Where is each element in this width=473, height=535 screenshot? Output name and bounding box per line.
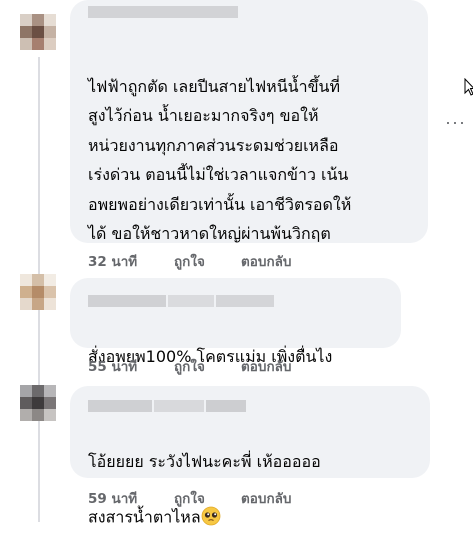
reply-button[interactable]: ตอบกลับ <box>241 487 291 509</box>
comment-bubble: ไฟฟ้าถูกตัด เลยปีนสายไฟหนีน้ำขึ้นที่ สูง… <box>70 0 428 299</box>
comment-bubble: โอ้ยยยย ระวังไฟนะคะพี่ เห้อออออ สงสารน้ำ… <box>70 386 430 527</box>
comment-time[interactable]: 59 นาที <box>88 487 137 509</box>
reply-button[interactable]: ตอบกลับ <box>241 250 291 272</box>
like-button[interactable]: ถูกใจ <box>174 355 205 377</box>
avatar[interactable] <box>20 274 56 310</box>
more-options-icon[interactable]: ··· <box>445 113 466 131</box>
comment-time[interactable]: 32 นาที <box>88 250 137 272</box>
avatar[interactable] <box>20 385 56 421</box>
mouse-cursor-icon <box>464 77 473 96</box>
author-name[interactable] <box>88 399 248 412</box>
reply-button[interactable]: ตอบกลับ <box>241 355 291 377</box>
author-name[interactable] <box>88 294 276 307</box>
comment-time[interactable]: 55 นาที <box>88 355 137 377</box>
author-name[interactable] <box>88 5 240 18</box>
comment-bubble: สั่งอพยพ100% โคตรแม่ม เพิ่งตื่นไง <box>70 278 401 366</box>
like-button[interactable]: ถูกใจ <box>174 250 205 272</box>
avatar[interactable] <box>20 14 56 50</box>
like-button[interactable]: ถูกใจ <box>174 487 205 509</box>
